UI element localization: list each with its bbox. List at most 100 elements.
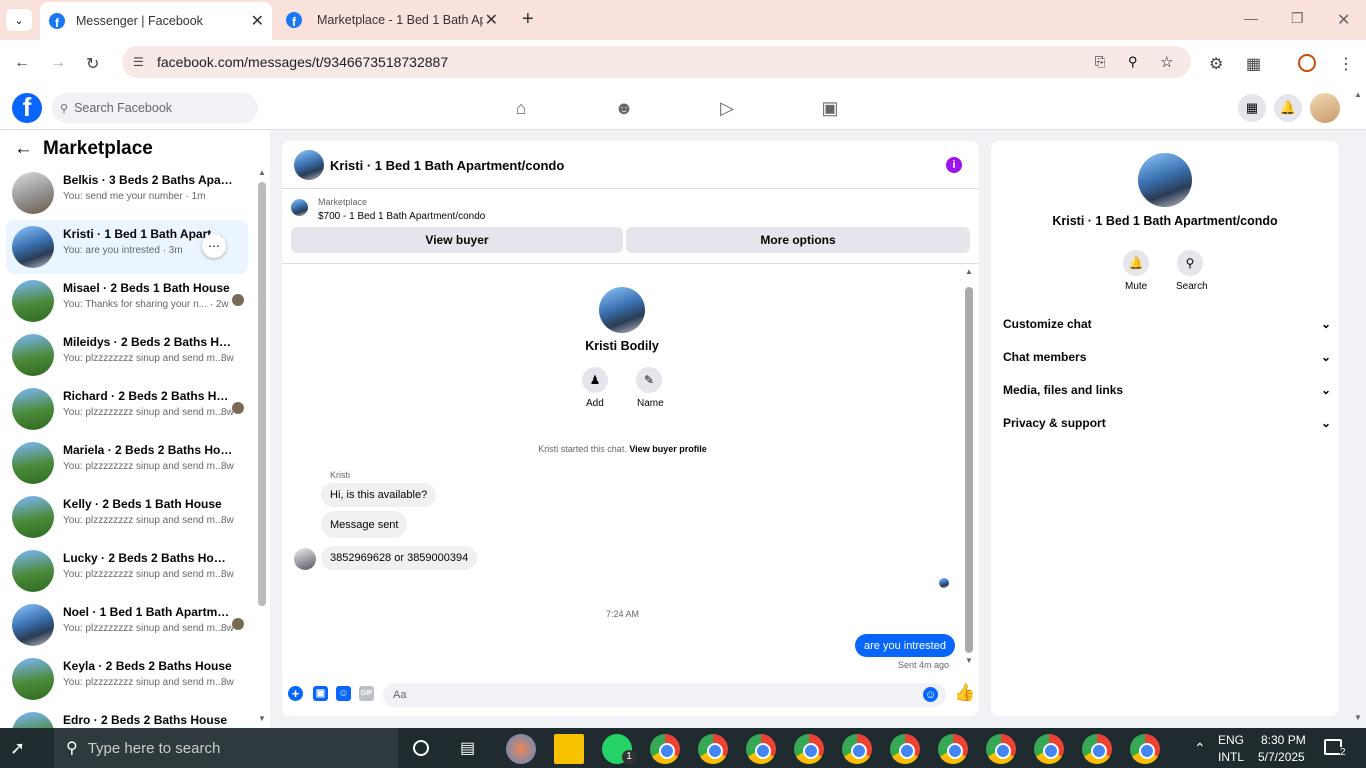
language-code[interactable]: ENG	[1218, 733, 1244, 747]
scroll-down-icon[interactable]: ▼	[965, 656, 973, 665]
chrome-icon[interactable]	[842, 734, 872, 764]
marketplace-icon[interactable]: ▣	[819, 98, 841, 118]
photo-icon[interactable]: ▣	[313, 686, 328, 701]
conversation-item[interactable]: Misael · 2 Beds 1 Bath House You: Thanks …	[6, 274, 248, 328]
facebook-search-input[interactable]: ⚲ Search Facebook	[52, 93, 258, 123]
listing-title[interactable]: $700 - 1 Bed 1 Bath Apartment/condo	[318, 211, 485, 222]
bookmark-star-icon[interactable]: ☆	[1160, 53, 1173, 71]
tab-messenger[interactable]: f Messenger | Facebook ✕	[40, 2, 272, 40]
forward-icon[interactable]: →	[50, 54, 66, 72]
customize-chat-row[interactable]: Customize chat ⌄	[1003, 317, 1331, 331]
reload-icon[interactable]: ↻	[86, 54, 99, 74]
chrome-icon[interactable]	[1130, 734, 1160, 764]
message-bubble[interactable]: Message sent	[321, 511, 408, 538]
search-icon[interactable]: ⚲	[1177, 250, 1203, 276]
message-input[interactable]: Aa ☺	[383, 683, 946, 707]
chrome-icon[interactable]	[890, 734, 920, 764]
media-files-row[interactable]: Media, files and links ⌄	[1003, 383, 1331, 397]
tab-marketplace[interactable]: f Marketplace - 1 Bed 1 Bath Apa ✕	[278, 0, 506, 40]
zoom-icon[interactable]: ⚲	[1128, 54, 1138, 70]
clock-date[interactable]: 5/7/2025	[1258, 750, 1305, 764]
gif-icon[interactable]: GIF	[359, 686, 374, 701]
chat-scrollbar[interactable]	[965, 287, 973, 653]
restore-icon[interactable]: ❐	[1291, 10, 1304, 27]
conversation-item[interactable]: Kelly · 2 Beds 1 Bath House You: plzzzzzz…	[6, 490, 248, 544]
conversation-item[interactable]: Lucky · 2 Beds 2 Baths House You: plzzzzz…	[6, 544, 248, 598]
message-bubble[interactable]: 3852969628 or 3859000394	[321, 546, 478, 570]
sticker-icon[interactable]: ☺	[336, 686, 351, 701]
chrome-icon[interactable]	[1034, 734, 1064, 764]
more-options-icon[interactable]: ⋯	[202, 234, 226, 258]
emoji-icon[interactable]: ☺	[923, 687, 938, 702]
conversation-item[interactable]: Belkis · 3 Beds 2 Baths Apartme... You: s…	[6, 166, 248, 220]
like-thumb-icon[interactable]: 👍	[954, 683, 975, 703]
chrome-icon[interactable]	[746, 734, 776, 764]
friends-icon[interactable]: ☻	[613, 98, 635, 118]
extensions-puzzle-icon[interactable]: ▦	[1246, 54, 1261, 74]
message-bubble[interactable]: Hi, is this available?	[321, 483, 437, 507]
install-icon[interactable]: ⎘	[1095, 54, 1105, 70]
edit-name-icon[interactable]: ✎	[636, 367, 662, 393]
scroll-down-icon[interactable]: ▼	[258, 714, 266, 723]
tray-overflow-icon[interactable]: ⌃	[1194, 740, 1206, 757]
chat-avatar[interactable]	[294, 150, 324, 180]
conversation-item[interactable]: Mileidys · 2 Beds 2 Baths House You: plzz…	[6, 328, 248, 382]
conversation-item[interactable]: Keyla · 2 Beds 2 Baths House You: plzzzzz…	[6, 652, 248, 706]
app-icon[interactable]	[506, 734, 536, 764]
conversation-item[interactable]: Mariela · 2 Beds 2 Baths House You: plzzz…	[6, 436, 248, 490]
view-buyer-profile-link[interactable]: View buyer profile	[629, 444, 706, 454]
view-buyer-button[interactable]: View buyer	[291, 227, 623, 253]
chrome-icon[interactable]	[1082, 734, 1112, 764]
clock-time[interactable]: 8:30 PM	[1261, 733, 1306, 747]
list-scrollbar[interactable]	[258, 182, 266, 606]
chrome-icon[interactable]	[794, 734, 824, 764]
notification-center-icon[interactable]: 2	[1324, 739, 1346, 758]
add-person-icon[interactable]: ♟	[582, 367, 608, 393]
account-avatar[interactable]	[1310, 93, 1340, 123]
chrome-icon[interactable]	[650, 734, 680, 764]
close-tab-icon[interactable]: ✕	[485, 10, 498, 30]
minimize-icon[interactable]: —	[1244, 10, 1258, 26]
conversation-item[interactable]: Noel · 1 Bed 1 Bath Apartmen... You: plzz…	[6, 598, 248, 652]
mute-bell-icon[interactable]: 🔔	[1123, 250, 1149, 276]
scroll-up-icon[interactable]: ▲	[258, 168, 266, 177]
cortana-icon[interactable]	[413, 740, 429, 756]
tab-search-button[interactable]: ⌄	[6, 9, 32, 31]
scroll-up-icon[interactable]: ▲	[965, 267, 973, 276]
new-tab-icon[interactable]: +	[522, 8, 534, 31]
privacy-support-row[interactable]: Privacy & support ⌄	[1003, 416, 1331, 430]
back-icon[interactable]: ←	[14, 54, 30, 72]
info-icon[interactable]: i	[946, 157, 962, 173]
keyboard-layout[interactable]: INTL	[1218, 750, 1244, 764]
back-arrow-icon[interactable]: ←	[14, 138, 33, 160]
close-window-icon[interactable]: ✕	[1337, 10, 1350, 30]
address-bar[interactable]: ☰ facebook.com/messages/t/93466735187328…	[122, 46, 1191, 78]
sticky-notes-icon[interactable]	[554, 734, 584, 764]
more-options-button[interactable]: More options	[626, 227, 970, 253]
start-icon[interactable]: ➚	[10, 739, 44, 757]
conversation-item[interactable]: Edro · 2 Beds 2 Baths House	[6, 706, 248, 728]
conversation-item[interactable]: Richard · 2 Beds 2 Baths House You: plzzz…	[6, 382, 248, 436]
profile-icon[interactable]	[1298, 54, 1316, 72]
chat-members-row[interactable]: Chat members ⌄	[1003, 350, 1331, 364]
notifications-bell-icon[interactable]: 🔔	[1274, 94, 1302, 122]
page-scrollbar-down[interactable]: ▼	[1354, 713, 1362, 722]
close-tab-icon[interactable]: ✕	[251, 11, 264, 31]
video-icon[interactable]: ▷	[716, 98, 738, 118]
site-info-icon[interactable]: ☰	[133, 55, 144, 69]
facebook-logo-icon[interactable]: f	[12, 93, 42, 123]
home-icon[interactable]: ⌂	[510, 98, 532, 118]
menu-grid-icon[interactable]: ▦	[1238, 94, 1266, 122]
chrome-icon[interactable]	[986, 734, 1016, 764]
task-view-icon[interactable]: ▤	[460, 738, 475, 758]
extension-robot-icon[interactable]: ⚙	[1209, 54, 1223, 74]
plus-icon[interactable]: +	[288, 686, 303, 701]
browser-menu-icon[interactable]: ⋮	[1338, 54, 1354, 74]
my-message-bubble[interactable]: are you intrested	[855, 634, 955, 657]
chrome-icon[interactable]	[938, 734, 968, 764]
conversation-item[interactable]: Kristi · 1 Bed 1 Bath Apartme... You: are…	[6, 220, 248, 274]
page-scrollbar-up[interactable]: ▲	[1354, 90, 1362, 99]
whatsapp-icon[interactable]: 1	[602, 734, 636, 764]
chrome-icon[interactable]	[698, 734, 728, 764]
taskbar-search-input[interactable]: ⚲ Type here to search	[54, 728, 398, 768]
